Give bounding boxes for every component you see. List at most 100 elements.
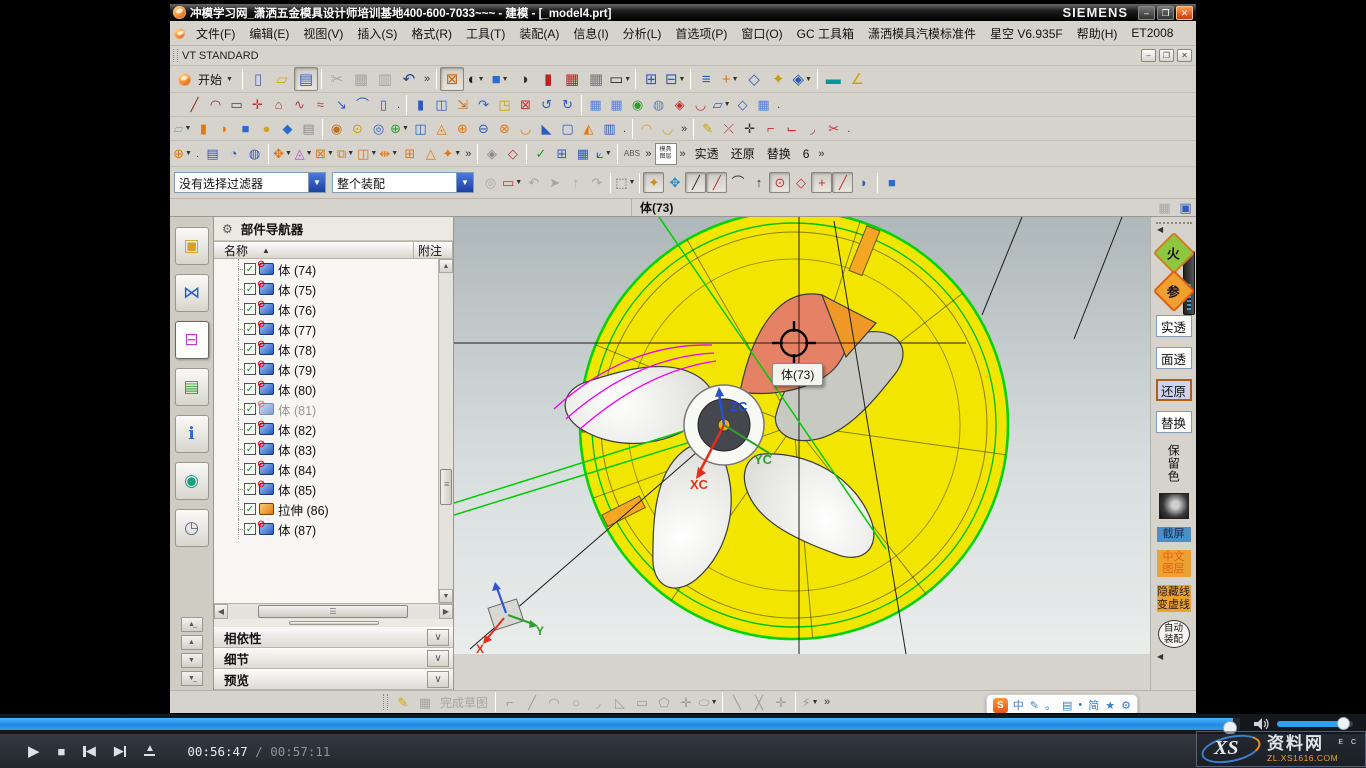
- selection-scope-combo[interactable]: 整个装配 ▼: [332, 172, 474, 193]
- n-sided-surface-icon[interactable]: ◍: [648, 94, 669, 115]
- sew-icon[interactable]: ◇: [732, 94, 753, 115]
- mdi-minimize-button[interactable]: –: [1141, 49, 1156, 62]
- tree-item-10[interactable]: ✓体 (84): [214, 459, 438, 479]
- point-on-face-icon[interactable]: ◗: [853, 172, 874, 193]
- seek-bar[interactable]: [0, 718, 1240, 730]
- volume-bar[interactable]: [1277, 721, 1353, 727]
- start-button[interactable]: 开始▼: [172, 69, 239, 90]
- align-component-icon[interactable]: ⇹▼: [378, 143, 399, 164]
- wcs-orient-icon[interactable]: +▼: [718, 67, 742, 91]
- split-component-icon[interactable]: ◫▼: [356, 143, 378, 164]
- tree-item-5[interactable]: ✓体 (79): [214, 359, 438, 379]
- scroll-top-button[interactable]: ▲̲: [181, 617, 203, 632]
- measure-angle-icon[interactable]: ∠: [845, 67, 869, 91]
- open-in-window-icon[interactable]: ▭▼: [501, 172, 523, 193]
- existing-point-icon[interactable]: +: [811, 172, 832, 193]
- screenshot-button[interactable]: 截屏: [1157, 527, 1191, 542]
- overflow-dot-icon[interactable]: .: [193, 148, 202, 160]
- tree-item-12[interactable]: ✓拉伸 (86): [214, 499, 438, 519]
- chamfer-tool-icon[interactable]: ◺: [609, 692, 631, 712]
- cone-icon[interactable]: ◆: [277, 118, 298, 139]
- datum-plane-icon[interactable]: ▱▼: [172, 118, 193, 139]
- resource-tab-web-browser[interactable]: ◉: [175, 462, 209, 500]
- emboss-icon[interactable]: ◫: [410, 118, 431, 139]
- crossing-icon[interactable]: ⤫: [718, 118, 739, 139]
- hidden-line-dashed-button[interactable]: 隐藏线变虚线: [1157, 585, 1191, 612]
- family-table-icon[interactable]: ▦: [572, 143, 593, 164]
- scroll-bottom-button[interactable]: ▼̲: [181, 671, 203, 686]
- snip-icon[interactable]: ✂: [823, 118, 844, 139]
- wireframe-cage-icon[interactable]: ▦: [584, 67, 608, 91]
- cylinder-icon[interactable]: ●: [256, 118, 277, 139]
- overflow-chevron-icon[interactable]: »: [462, 148, 474, 160]
- open-part-icon[interactable]: ▱: [270, 67, 294, 91]
- intersect-icon[interactable]: ⊗: [494, 118, 515, 139]
- sketch-active-icon[interactable]: ✎: [392, 692, 414, 712]
- tree-item-4[interactable]: ✓体 (78): [214, 339, 438, 359]
- undo-icon[interactable]: ↶: [397, 67, 421, 91]
- chevron-down-icon[interactable]: ▼: [308, 173, 325, 192]
- scroll-right-icon[interactable]: ▶: [439, 604, 453, 619]
- profile-icon[interactable]: ⌂: [268, 94, 289, 115]
- derived-line-icon[interactable]: ⌐: [760, 118, 781, 139]
- overflow-chevron-icon[interactable]: »: [678, 123, 690, 135]
- snap-point-settings-icon[interactable]: ✥: [664, 172, 685, 193]
- offset-face-icon[interactable]: ↻: [557, 94, 578, 115]
- arc-icon[interactable]: ◠: [205, 94, 226, 115]
- tube-icon[interactable]: ◡: [657, 118, 678, 139]
- huanyuan-button[interactable]: 还原: [725, 142, 761, 165]
- undo-selection-icon[interactable]: ↶: [523, 172, 544, 193]
- snap-point-enable-icon[interactable]: ✦: [643, 172, 664, 193]
- menu-item-5[interactable]: 工具(T): [459, 22, 512, 45]
- keep-color-button[interactable]: 保留色: [1166, 444, 1182, 483]
- section-2[interactable]: 预览∨: [214, 669, 453, 690]
- checkbox[interactable]: ✓: [244, 423, 256, 435]
- compass-icon[interactable]: ➤: [544, 172, 565, 193]
- section-1[interactable]: 细节∨: [214, 648, 453, 669]
- spring-tool-icon[interactable]: ▤: [202, 143, 223, 164]
- resource-tab-assembly-navigator[interactable]: ▣: [175, 227, 209, 265]
- measure-distance-icon[interactable]: ▬: [821, 67, 845, 91]
- part-list-icon[interactable]: ≡: [694, 67, 718, 91]
- volume-handle[interactable]: [1337, 717, 1350, 730]
- tree-item-2[interactable]: ✓体 (76): [214, 299, 438, 319]
- scroll-up-button[interactable]: ▲: [181, 635, 203, 650]
- swept-icon[interactable]: ◉: [627, 94, 648, 115]
- line-icon[interactable]: ╱: [184, 94, 205, 115]
- menu-item-14[interactable]: 帮助(H): [1070, 22, 1125, 45]
- abs-csys-icon[interactable]: ABS: [621, 143, 642, 164]
- checkbox[interactable]: ✓: [244, 523, 256, 535]
- solid-translucent-button[interactable]: 实透: [1156, 315, 1192, 337]
- fillet-tool-icon[interactable]: ◞: [587, 692, 609, 712]
- tree-item-6[interactable]: ✓体 (80): [214, 379, 438, 399]
- checkbox[interactable]: ✓: [244, 443, 256, 455]
- intersection-point-icon[interactable]: ↑: [748, 172, 769, 193]
- unite-icon[interactable]: ⊕: [452, 118, 473, 139]
- static-wireframe-icon[interactable]: ■▼: [488, 67, 512, 91]
- rectangle-select-icon[interactable]: ⬚▼: [614, 172, 636, 193]
- close-button[interactable]: ✕: [1176, 6, 1193, 20]
- horizontal-scrollbar[interactable]: ◀ ☰ ▶: [214, 603, 453, 619]
- replace-button[interactable]: 替换: [1156, 411, 1192, 433]
- overflow-dot-icon[interactable]: .: [394, 99, 403, 111]
- shitou-button[interactable]: 实透: [689, 142, 725, 165]
- constraints-tool-icon[interactable]: ⚡▼: [799, 692, 821, 712]
- play-button[interactable]: ▶: [28, 742, 40, 760]
- datum-glyph-icon[interactable]: ◇: [742, 67, 766, 91]
- ime-toolbar[interactable]: S 中✎。▤•简★⚙: [986, 694, 1138, 713]
- background-rect-icon[interactable]: ▭▼: [608, 67, 632, 91]
- stop-button[interactable]: ■: [58, 744, 66, 759]
- joined-curve-icon[interactable]: ▯: [373, 94, 394, 115]
- quick-trim-tool-icon[interactable]: ╲: [726, 692, 748, 712]
- eject-button[interactable]: ▲: [144, 746, 155, 757]
- solid-body-filter-icon[interactable]: ■: [881, 172, 902, 193]
- toolbar-grip[interactable]: [173, 49, 178, 62]
- finish-flag-icon[interactable]: ▦: [414, 692, 436, 712]
- point-tool-icon[interactable]: ✛: [675, 692, 697, 712]
- cut-icon[interactable]: ✂: [325, 67, 349, 91]
- checkbox[interactable]: ✓: [244, 483, 256, 495]
- restore-button[interactable]: ❐: [1157, 6, 1174, 20]
- ellipse-tool-icon[interactable]: ⬭▼: [697, 692, 719, 712]
- menu-item-12[interactable]: 潇洒模具汽模标准件: [861, 22, 983, 45]
- minimize-button[interactable]: –: [1138, 6, 1155, 20]
